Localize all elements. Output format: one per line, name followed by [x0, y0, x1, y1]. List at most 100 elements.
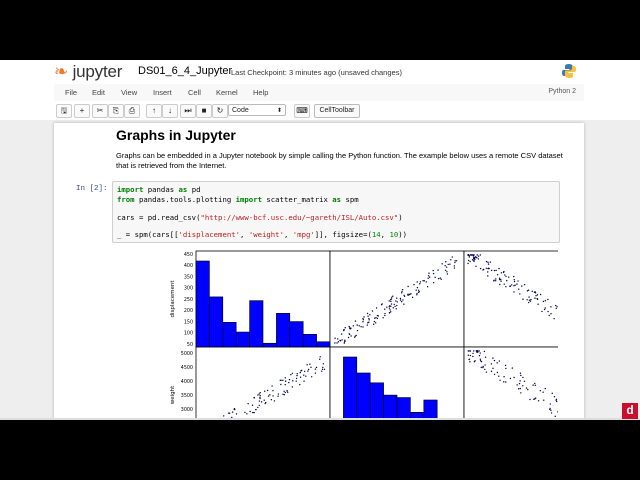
run-icon[interactable]: ⏭ — [180, 104, 196, 118]
menu-view[interactable]: View — [121, 88, 137, 97]
scatter-point — [468, 358, 471, 360]
menu-edit[interactable]: Edit — [92, 88, 105, 97]
scatter-point — [505, 275, 507, 278]
scatter-point — [362, 321, 364, 323]
scatter-point — [340, 333, 343, 335]
scatter-point — [416, 292, 418, 295]
scatter-point — [532, 384, 534, 386]
scatter-point — [520, 392, 522, 394]
scatter-point — [350, 335, 352, 337]
menu-file[interactable]: File — [65, 88, 77, 97]
scatter-point — [253, 396, 255, 399]
scatter-point — [374, 317, 376, 319]
stop-icon[interactable]: ■ — [196, 104, 212, 118]
scatter-point — [490, 269, 493, 272]
ytick-label: 4500 — [181, 365, 193, 371]
scatter-point — [422, 280, 424, 282]
scatter-point — [337, 341, 340, 343]
cut-icon[interactable]: ✂ — [92, 104, 108, 118]
scatter-point — [314, 372, 317, 374]
scatter-point — [476, 351, 478, 353]
scatter-point — [375, 307, 378, 309]
scatter-point — [517, 280, 519, 282]
code-cell[interactable]: import pandas as pd from pandas.tools.pl… — [112, 181, 560, 243]
scatter-point — [556, 306, 558, 308]
scatter-point — [467, 254, 470, 256]
scatter-point — [415, 289, 417, 291]
scatter-point — [280, 379, 282, 382]
input-prompt: In [2]: — [76, 185, 108, 193]
ytick-label: 300 — [184, 286, 193, 292]
scatter-point — [549, 403, 551, 405]
insert-cell-icon[interactable]: + — [74, 104, 90, 118]
scatter-point — [341, 339, 343, 341]
paste-icon[interactable]: ⎙ — [124, 104, 140, 118]
scatter-point — [523, 380, 526, 382]
scatter-point — [269, 394, 271, 396]
restart-icon[interactable]: ↻ — [212, 104, 228, 118]
scatter-point — [555, 398, 558, 401]
scatter-point — [362, 319, 365, 321]
scatter-point — [514, 284, 516, 286]
scatter-point — [526, 299, 528, 301]
scatter-point — [367, 315, 369, 317]
scatter-point — [504, 364, 507, 367]
menu-insert[interactable]: Insert — [153, 88, 172, 97]
weight-histogram-bar — [396, 397, 411, 420]
scatter-point — [498, 375, 500, 377]
code-line-2: from pandas.tools.plotting import scatte… — [117, 195, 359, 204]
notebook-name[interactable]: DS01_6_4_Jupyter — [138, 65, 232, 77]
copy-icon[interactable]: ⎘ — [108, 104, 124, 118]
move-up-icon[interactable]: ↑ — [146, 104, 162, 118]
kernel-indicator[interactable]: Python 2 — [548, 88, 576, 95]
scatter-point — [399, 297, 402, 300]
scatter-point — [432, 269, 434, 272]
celltoolbar-button[interactable]: CellToolbar — [314, 104, 360, 118]
scatter-point — [374, 322, 377, 324]
scatter-point — [299, 376, 302, 378]
scatter-point — [231, 411, 234, 413]
markdown-heading: Graphs in Jupyter — [116, 127, 236, 143]
scatter-point — [492, 357, 494, 359]
scatter-point — [482, 366, 484, 369]
scatter-point — [480, 366, 482, 369]
move-down-icon[interactable]: ↓ — [162, 104, 178, 118]
menu-cell[interactable]: Cell — [188, 88, 201, 97]
scatter-point — [493, 280, 495, 282]
scatter-point — [487, 271, 489, 273]
scatter-point — [520, 374, 522, 377]
jupyter-logo[interactable]: ❧ jupyter — [54, 62, 122, 82]
scatter-point — [487, 267, 490, 270]
scatter-point — [508, 276, 510, 278]
scatter-point — [446, 273, 449, 275]
scatter-point — [547, 298, 549, 301]
menu-help[interactable]: Help — [253, 88, 268, 97]
scatter-point — [368, 317, 370, 320]
scatter-point — [516, 283, 518, 285]
scatter-point — [454, 260, 456, 262]
scatter-point — [468, 256, 470, 258]
scatter-point — [282, 379, 284, 382]
scatter-point — [272, 389, 274, 392]
scatter-point — [495, 278, 497, 280]
scatter-point — [469, 354, 472, 357]
weight-histogram-bar — [343, 356, 358, 420]
scatter-point — [544, 299, 547, 302]
scatter-point — [323, 368, 326, 370]
scatter-point — [366, 312, 369, 315]
scatter-point — [473, 254, 475, 256]
ytick-label: 4000 — [181, 379, 193, 385]
save-icon[interactable]: 🖫 — [56, 104, 72, 118]
displacement-histogram-bar — [209, 296, 224, 348]
menu-kernel[interactable]: Kernel — [216, 88, 238, 97]
scatter-point — [453, 265, 456, 267]
scatter-point — [400, 300, 403, 303]
scatter-point — [376, 317, 379, 320]
scatter-point — [493, 359, 496, 362]
scatter-point — [247, 402, 249, 405]
scatter-point — [450, 259, 452, 261]
command-palette-icon[interactable]: ⌨ — [294, 104, 310, 118]
cell-type-select[interactable]: Code ⬍ — [228, 104, 286, 116]
scatter-point — [306, 364, 308, 366]
scatter-point — [401, 288, 404, 291]
